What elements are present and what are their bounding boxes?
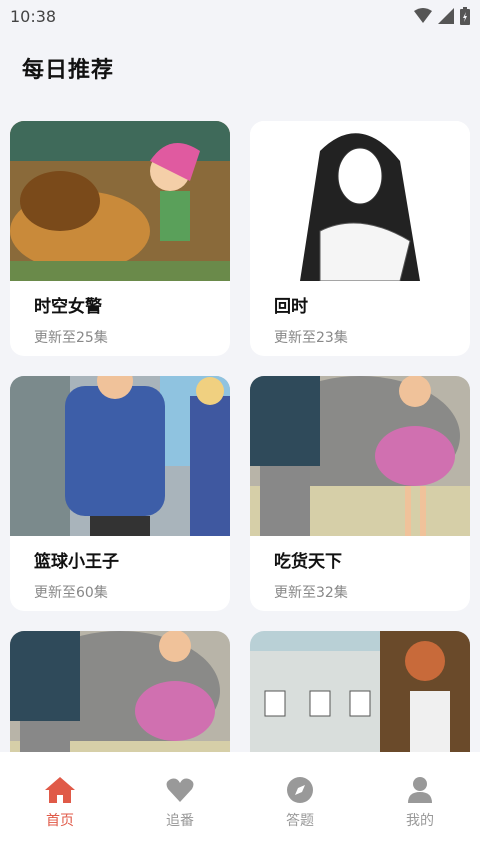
comic-card[interactable]: 篮球小王子 更新至60集 bbox=[10, 376, 230, 611]
bottom-tab-bar: 首页 追番 答题 我的 bbox=[0, 752, 480, 854]
comic-title: 回时 bbox=[274, 297, 308, 317]
comic-title: 时空女警 bbox=[34, 297, 102, 317]
user-icon bbox=[404, 774, 436, 806]
comic-card[interactable]: 吃货天下 更新至32集 bbox=[250, 376, 470, 611]
page-header: 每日推荐 bbox=[0, 32, 480, 104]
wifi-icon bbox=[414, 8, 432, 23]
status-bar: 10:38 bbox=[0, 0, 480, 32]
comic-title: 篮球小王子 bbox=[34, 552, 119, 572]
comic-cover bbox=[250, 376, 470, 536]
page-title: 每日推荐 bbox=[22, 58, 115, 83]
tab-home[interactable]: 首页 bbox=[20, 774, 100, 830]
comic-episodes: 更新至23集 bbox=[274, 330, 348, 346]
status-time: 10:38 bbox=[10, 6, 57, 26]
compass-icon bbox=[284, 774, 316, 806]
tab-follow[interactable]: 追番 bbox=[140, 774, 220, 830]
comic-title: 吃货天下 bbox=[274, 552, 342, 572]
tab-label: 追番 bbox=[166, 813, 194, 829]
comic-cover bbox=[250, 121, 470, 281]
comic-episodes: 更新至25集 bbox=[34, 330, 108, 346]
comic-cover bbox=[10, 121, 230, 281]
recommend-grid: 时空女警 更新至25集 回时 更新至23集 篮球小王子 更新至60集 吃货天下 … bbox=[10, 121, 470, 854]
tab-me[interactable]: 我的 bbox=[380, 774, 460, 830]
status-icons bbox=[414, 7, 470, 25]
home-icon bbox=[44, 774, 76, 806]
comic-card[interactable]: 回时 更新至23集 bbox=[250, 121, 470, 356]
signal-icon bbox=[438, 8, 454, 24]
comic-episodes: 更新至32集 bbox=[274, 585, 348, 601]
comic-card[interactable]: 时空女警 更新至25集 bbox=[10, 121, 230, 356]
comic-cover bbox=[10, 376, 230, 536]
tab-quiz[interactable]: 答题 bbox=[260, 774, 340, 830]
tab-label: 答题 bbox=[286, 813, 314, 829]
tab-label: 首页 bbox=[46, 813, 74, 829]
tab-label: 我的 bbox=[406, 813, 434, 829]
battery-icon bbox=[460, 7, 470, 25]
heart-icon bbox=[164, 774, 196, 806]
comic-episodes: 更新至60集 bbox=[34, 585, 108, 601]
